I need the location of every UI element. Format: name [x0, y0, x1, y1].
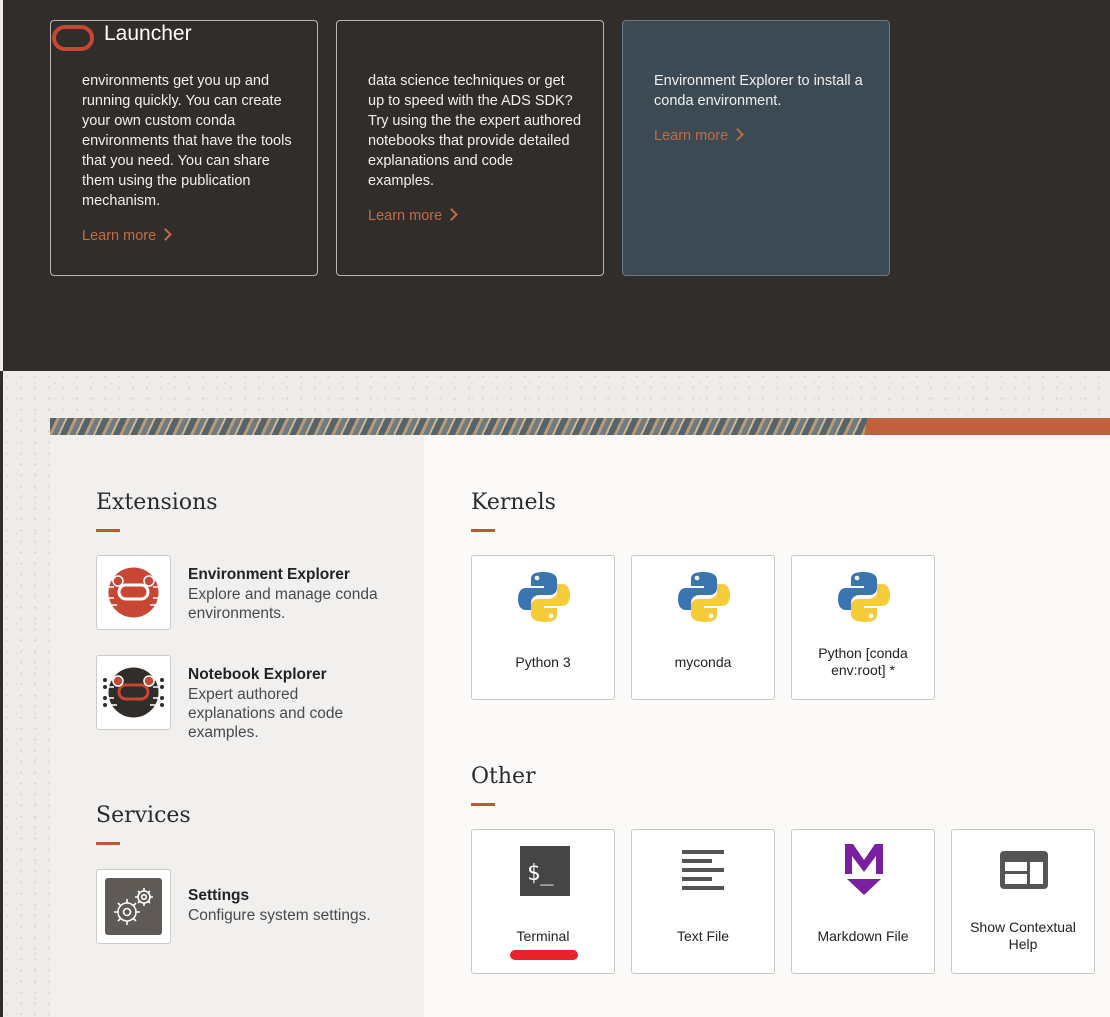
terminal-icon: $_ [520, 846, 570, 896]
annotation-highlight [510, 950, 578, 960]
card-text: Environment Explorer to install a conda … [654, 73, 863, 109]
extension-description: Explore and manage conda environments. [188, 586, 378, 622]
extension-notebook-explorer[interactable]: Notebook Explorer Expert authored explan… [96, 655, 396, 741]
heading-underline [96, 529, 120, 532]
svg-text:$_: $_ [527, 861, 554, 886]
extension-name: Environment Explorer [188, 566, 350, 583]
gears-icon [96, 869, 171, 944]
chevron-right-icon [445, 208, 459, 221]
notebook-explorer-icon [96, 655, 171, 730]
heading-underline [471, 529, 495, 532]
tile-label: Show Contextual Help [970, 919, 1076, 952]
extensions-heading: Extensions [96, 490, 218, 515]
tile-label: Text File [676, 928, 730, 944]
learn-more-link[interactable]: Learn more [368, 208, 459, 224]
tile-label: Python [conda env:root] * [818, 645, 908, 678]
kernel-tile-myconda[interactable]: myconda [631, 555, 775, 700]
left-column: Extensions Environment Explorer Explore … [50, 435, 424, 1017]
learn-more-label: Learn more [368, 208, 443, 224]
tile-label: Terminal [516, 928, 570, 944]
header: Launcher [3, 0, 1110, 72]
python-icon [518, 572, 570, 622]
kernels-heading: Kernels [471, 490, 556, 515]
contextual-help-icon [1000, 851, 1048, 889]
top-banner: Launcher environments get you up and run… [3, 0, 1110, 371]
right-column: Kernels Python 3 myconda Python [conda e… [424, 435, 1110, 1017]
other-tile-terminal[interactable]: $_ Terminal [471, 829, 615, 974]
python-icon [678, 572, 730, 622]
left-edge [0, 371, 3, 1017]
learn-more-link[interactable]: Learn more [654, 128, 745, 144]
learn-more-link[interactable]: Learn more [82, 228, 173, 244]
text-file-icon [682, 850, 724, 890]
service-description: Configure system settings. [188, 907, 371, 924]
services-heading: Services [96, 803, 191, 828]
extension-environment-explorer[interactable]: Environment Explorer Explore and manage … [96, 555, 396, 633]
tile-label: Python 3 [515, 654, 571, 670]
extension-description: Expert authored explanations and code ex… [188, 686, 344, 741]
tile-label: Markdown File [817, 928, 909, 944]
learn-more-label: Learn more [82, 228, 157, 244]
markdown-icon [845, 844, 883, 895]
service-settings[interactable]: Settings Configure system settings. [96, 869, 396, 947]
heading-underline [96, 842, 120, 845]
tile-label: myconda [674, 654, 732, 670]
extension-name: Notebook Explorer [188, 666, 327, 683]
panel-banner-decoration [50, 418, 1110, 435]
other-tile-contextual-help[interactable]: Show Contextual Help [951, 829, 1095, 974]
other-tile-text-file[interactable]: Text File [631, 829, 775, 974]
other-tile-markdown[interactable]: Markdown File [791, 829, 935, 974]
service-name: Settings [188, 887, 250, 904]
environment-explorer-icon [96, 555, 171, 630]
python-icon [838, 572, 890, 622]
other-heading: Other [471, 764, 536, 789]
kernel-tile-conda-root[interactable]: Python [conda env:root] * [791, 555, 935, 700]
launcher-panel: Extensions Environment Explorer Explore … [50, 418, 1110, 1017]
kernel-tile-python3[interactable]: Python 3 [471, 555, 615, 700]
chevron-right-icon [731, 128, 745, 141]
chevron-right-icon [159, 228, 173, 241]
oracle-logo-icon [52, 25, 94, 51]
card-text: data science techniques or get up to spe… [368, 73, 582, 189]
heading-underline [471, 803, 495, 806]
learn-more-label: Learn more [654, 128, 729, 144]
banner-accent [840, 418, 1110, 435]
page-title: Launcher [104, 22, 192, 45]
card-text: environments get you up and running quic… [82, 73, 292, 209]
